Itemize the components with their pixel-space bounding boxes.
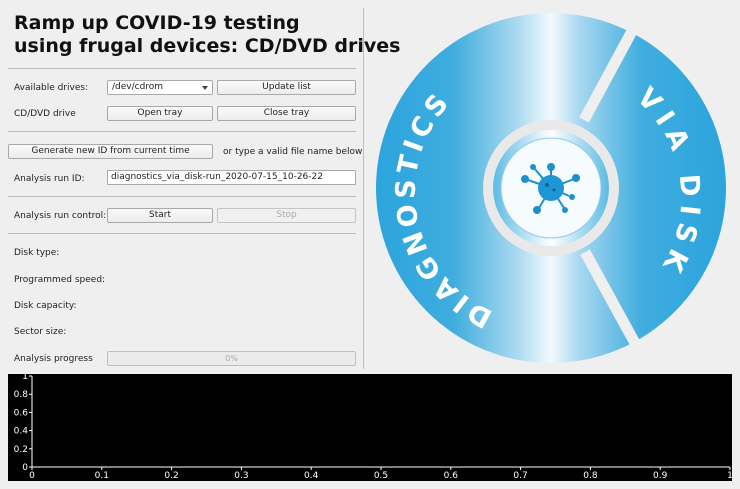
run-id-input[interactable]: diagnostics_via_disk-run_2020-07-15_10-2… [107,170,356,185]
separator [8,233,356,234]
x-tick-label: 0.9 [653,471,668,481]
progress-text: 0% [225,354,238,363]
analysis-run-control-label: Analysis run control: [14,211,107,221]
x-tick-label: 0.7 [513,471,527,481]
programmed-speed-label: Programmed speed: [14,275,106,285]
analysis-progress-label: Analysis progress [14,354,93,364]
main-window: Ramp up COVID-19 testing using frugal de… [0,0,740,489]
analysis-run-id-label: Analysis run ID: [14,174,85,184]
drive-select-value: /dev/cdrom [112,82,164,92]
drive-select[interactable]: /dev/cdrom [107,80,213,95]
chevron-down-icon[interactable] [202,86,208,90]
y-tick-label: 0.8 [14,390,29,400]
sector-size-label: Sector size: [14,327,67,337]
start-button[interactable]: Start [107,208,213,223]
x-tick-label: 0 [29,471,35,481]
cd-dvd-drive-label: CD/DVD drive [14,109,76,119]
disk-type-label: Disk type: [14,248,60,258]
run-id-hint: or type a valid file name below [223,147,363,157]
app-title: Ramp up COVID-19 testing using frugal de… [14,12,400,58]
x-tick-label: 0.8 [583,471,598,481]
vertical-separator [363,8,364,369]
disc-logo-graphic: DIAGNOSTICS VIA DISK [376,13,726,363]
update-list-button[interactable]: Update list [217,80,356,95]
separator [8,196,356,197]
plot-canvas: 0 0.1 0.2 0.3 0.4 0.5 0.6 0.7 0.8 0.9 1 0 0.2 0.4 0.6 0… [14,374,732,481]
x-tick-label: 0.2 [164,471,178,481]
y-tick-label: 0.2 [14,445,28,455]
y-tick-label: 0.6 [14,408,29,418]
available-drives-label: Available drives: [14,83,89,93]
x-tick-label: 0.4 [304,471,319,481]
stop-button[interactable]: Stop [217,208,356,223]
analysis-progress-bar: 0% [107,351,356,366]
y-tick-label: 1 [22,374,28,382]
analysis-plot: 0 0.1 0.2 0.3 0.4 0.5 0.6 0.7 0.8 0.9 1 0 0.2 0.4 0.6 0… [8,374,732,481]
open-tray-button[interactable]: Open tray [107,106,213,121]
x-tick-label: 0.1 [95,471,109,481]
x-tick-label: 0.6 [444,471,459,481]
close-tray-button[interactable]: Close tray [217,106,356,121]
separator [8,68,356,69]
separator [8,131,356,132]
diagnostics-via-disk-logo: DIAGNOSTICS VIA DISK [376,12,726,364]
app-title-line-2: using frugal devices: CD/DVD drives [14,35,401,57]
y-tick-label: 0.4 [14,427,29,437]
virus-body [538,175,564,201]
x-tick-label: 0.5 [374,471,388,481]
x-tick-label: 1 [727,471,732,481]
y-tick-label: 0 [22,463,28,473]
app-title-line-1: Ramp up COVID-19 testing [14,12,300,34]
disk-capacity-label: Disk capacity: [14,301,77,311]
x-tick-label: 0.3 [234,471,248,481]
generate-id-button[interactable]: Generate new ID from current time [8,144,213,159]
